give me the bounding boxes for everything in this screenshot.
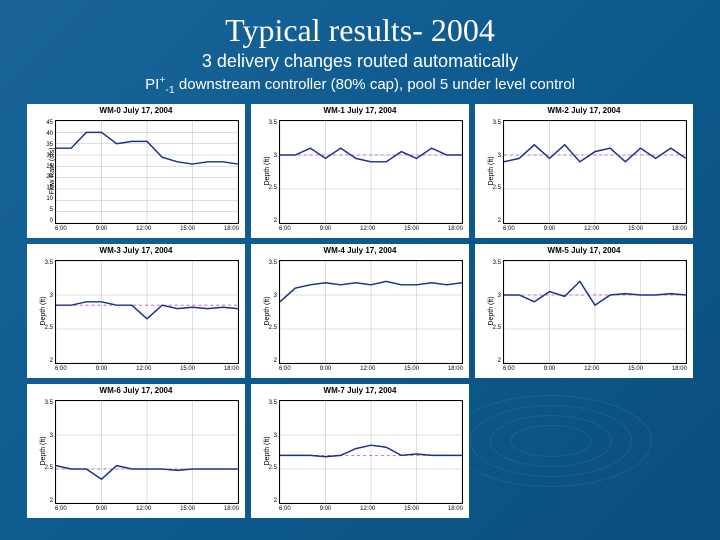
- panel-title: WM-2 July 17, 2004: [475, 104, 693, 115]
- chart-panel-1: WM-1 July 17, 2004Depth (ft)3.532.526:00…: [251, 104, 469, 238]
- x-ticks: 6:009:0012:0015:0018:00: [279, 366, 463, 376]
- panel-title: WM-0 July 17, 2004: [27, 104, 245, 115]
- panel-title: WM-7 July 17, 2004: [251, 384, 469, 395]
- y-ticks: 3.532.52: [489, 120, 501, 224]
- chart-panel-4: WM-4 July 17, 2004Depth (ft)3.532.526:00…: [251, 244, 469, 378]
- x-ticks: 6:009:0012:0015:0018:00: [55, 506, 239, 516]
- chart-panel-0: WM-0 July 17, 2004Flow Rate (cfs)4540353…: [27, 104, 245, 238]
- x-ticks: 6:009:0012:0015:0018:00: [503, 366, 687, 376]
- chart-panel-7: WM-7 July 17, 2004Depth (ft)3.532.526:00…: [251, 384, 469, 518]
- y-ticks: 3.532.52: [41, 400, 53, 504]
- y-ticks: 3.532.52: [489, 260, 501, 364]
- chart-panel-3: WM-3 July 17, 2004Depth (ft)3.532.526:00…: [27, 244, 245, 378]
- plot-area: [55, 260, 239, 364]
- slide-subtitle-2: PI+-1 downstream controller (80% cap), p…: [0, 74, 720, 96]
- plot-area: [55, 400, 239, 504]
- x-ticks: 6:009:0012:0015:0018:00: [55, 226, 239, 236]
- y-ticks: 3.532.52: [265, 260, 277, 364]
- x-ticks: 6:009:0012:0015:0018:00: [279, 226, 463, 236]
- y-ticks: 3.532.52: [265, 120, 277, 224]
- panel-title: WM-4 July 17, 2004: [251, 244, 469, 255]
- plot-area: [279, 120, 463, 224]
- y-ticks: 454035302520151050: [41, 120, 53, 224]
- panel-title: WM-6 July 17, 2004: [27, 384, 245, 395]
- plot-area: [55, 120, 239, 224]
- slide-title: Typical results- 2004: [0, 0, 720, 49]
- y-ticks: 3.532.52: [265, 400, 277, 504]
- panel-title: WM-1 July 17, 2004: [251, 104, 469, 115]
- subtitle2-post: downstream controller (80% cap), pool 5 …: [175, 76, 575, 93]
- plot-area: [503, 260, 687, 364]
- chart-panel-2: WM-2 July 17, 2004Depth (ft)3.532.526:00…: [475, 104, 693, 238]
- x-ticks: 6:009:0012:0015:0018:00: [503, 226, 687, 236]
- slide-subtitle-1: 3 delivery changes routed automatically: [0, 51, 720, 72]
- empty-cell: [475, 384, 693, 518]
- y-ticks: 3.532.52: [41, 260, 53, 364]
- plot-area: [279, 260, 463, 364]
- plot-area: [503, 120, 687, 224]
- chart-grid: WM-0 July 17, 2004Flow Rate (cfs)4540353…: [27, 104, 693, 518]
- panel-title: WM-5 July 17, 2004: [475, 244, 693, 255]
- panel-title: WM-3 July 17, 2004: [27, 244, 245, 255]
- x-ticks: 6:009:0012:0015:0018:00: [279, 506, 463, 516]
- chart-panel-6: WM-6 July 17, 2004Depth (ft)3.532.526:00…: [27, 384, 245, 518]
- subtitle2-sub: -1: [165, 84, 174, 96]
- chart-panel-5: WM-5 July 17, 2004Depth (ft)3.532.526:00…: [475, 244, 693, 378]
- plot-area: [279, 400, 463, 504]
- subtitle2-pre: PI: [145, 76, 159, 93]
- x-ticks: 6:009:0012:0015:0018:00: [55, 366, 239, 376]
